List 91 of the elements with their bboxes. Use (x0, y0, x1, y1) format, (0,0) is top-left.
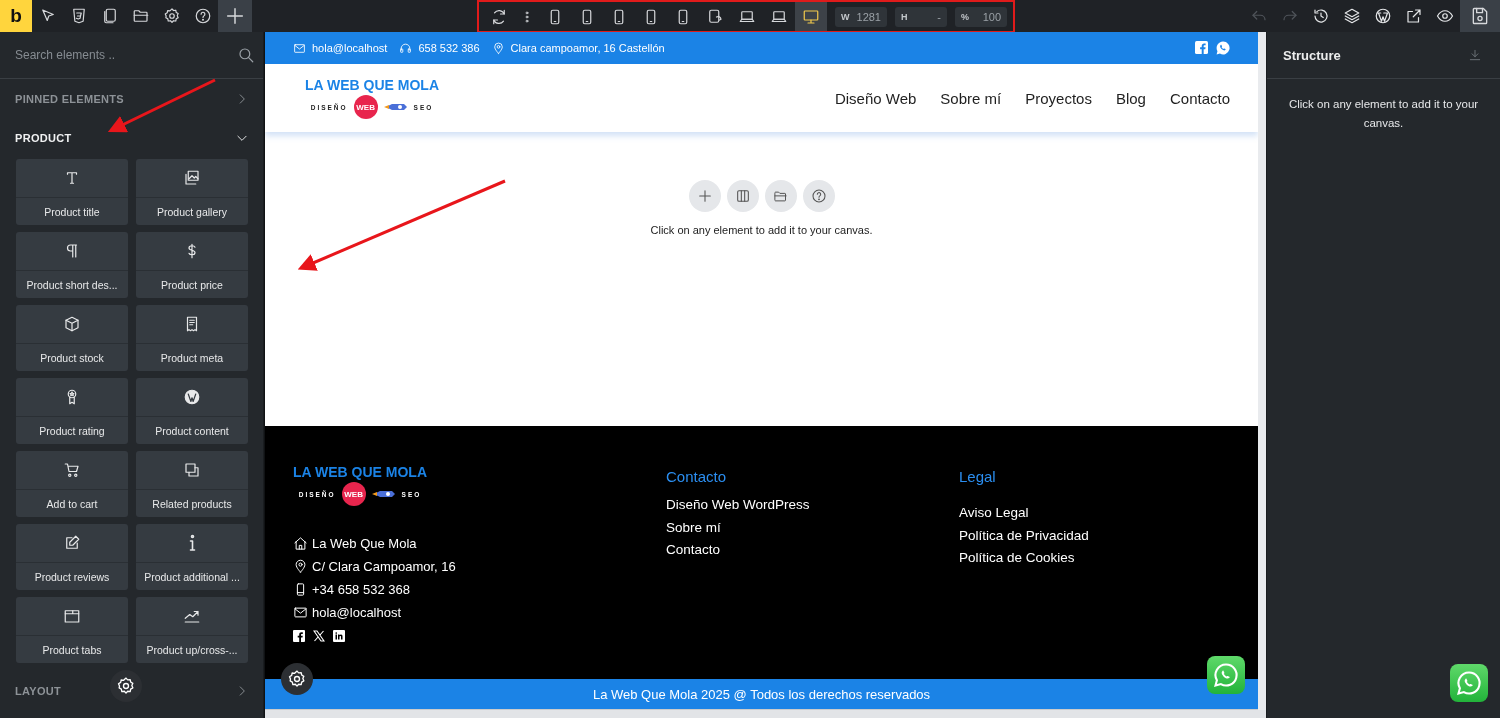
settings-button[interactable] (110, 670, 142, 702)
nav-link[interactable]: Blog (1115, 89, 1146, 107)
element-card[interactable]: Product rating (16, 378, 128, 444)
folder-icon (773, 188, 788, 204)
vertical-scrollbar[interactable] (1258, 32, 1266, 710)
facebook-icon[interactable] (293, 629, 305, 642)
footer-link[interactable]: Política de Privacidad (959, 527, 1230, 550)
footer-link[interactable]: Política de Cookies (959, 550, 1230, 573)
squares-icon (183, 461, 201, 479)
footer-heading: Contacto (666, 468, 728, 485)
nav-link[interactable]: Diseño Web (834, 89, 917, 107)
footer-contact: La Web Que Mola (312, 536, 417, 551)
empty-canvas-message: Click on any element to add it to your canvas. (650, 224, 873, 236)
templates-button[interactable] (764, 180, 797, 212)
footer-contact: C/ Clara Campoamor, 16 (312, 559, 456, 574)
whatsapp-button[interactable] (1450, 664, 1488, 702)
element-card[interactable]: Product meta (136, 305, 248, 371)
settings-icon (287, 669, 307, 689)
footer-link[interactable]: Contacto (666, 542, 959, 565)
save-button[interactable] (1460, 0, 1500, 32)
nav-link[interactable]: Contacto (1169, 89, 1230, 107)
element-card[interactable]: Product short des... (16, 232, 128, 298)
element-card[interactable]: Product tabs (16, 597, 128, 663)
tablet-rotate-icon (706, 7, 724, 26)
section-header[interactable]: PRODUCT (0, 118, 263, 157)
plus-icon (224, 5, 246, 27)
size-field[interactable]: H - (895, 6, 947, 27)
element-card[interactable]: Related products (136, 451, 248, 517)
help-button[interactable] (802, 180, 835, 212)
help-icon (810, 188, 827, 204)
wordpress-icon (183, 388, 201, 406)
home-icon (293, 536, 308, 551)
x-icon[interactable] (313, 629, 325, 642)
section-header[interactable]: PINNED ELEMENTS (0, 79, 263, 118)
footer-link[interactable]: Sobre mí (666, 519, 959, 542)
contact-address: Clara campoamor, 16 Castellón (510, 42, 665, 54)
nav-link[interactable]: Sobre mí (940, 89, 1002, 107)
box-icon (63, 315, 81, 333)
element-card[interactable]: Product title (16, 159, 128, 225)
settings-icon (116, 676, 136, 696)
mail-icon (293, 605, 308, 620)
element-card[interactable]: Product additional ... (136, 524, 248, 590)
add-element-button[interactable] (688, 180, 721, 212)
contact-email: hola@localhost (312, 42, 388, 54)
footer-link[interactable]: Aviso Legal (959, 505, 1230, 528)
location-icon (293, 559, 308, 574)
app-logo[interactable]: b (0, 0, 32, 32)
download-icon (1468, 48, 1482, 62)
structure-message: Click on any element to add it to your canvas. (1287, 97, 1480, 131)
size-field[interactable]: W 1281 (835, 6, 887, 27)
layout-button[interactable] (726, 180, 759, 212)
nav-link[interactable]: Proyectos (1025, 89, 1092, 107)
footer-contact: hola@localhost (312, 605, 402, 620)
size-field[interactable]: % 100 (955, 6, 1007, 27)
columns-icon (734, 188, 751, 204)
info-icon (188, 534, 196, 552)
help-icon (193, 7, 212, 25)
folder-icon (131, 7, 150, 25)
save-icon (1470, 6, 1490, 26)
element-card[interactable]: Product stock (16, 305, 128, 371)
headset-icon (399, 41, 413, 55)
element-card[interactable]: Product gallery (136, 159, 248, 225)
settings-icon (162, 7, 181, 25)
images-icon (183, 169, 201, 187)
copyright-text: La Web Que Mola 2025 @ Todos los derechos reservados (592, 686, 931, 702)
linkedin-icon[interactable] (333, 629, 345, 642)
footer-link[interactable]: Diseño Web WordPress (666, 497, 959, 520)
plus-icon (696, 188, 713, 204)
element-card[interactable]: Product reviews (16, 524, 128, 590)
element-card[interactable]: Add to cart (16, 451, 128, 517)
element-card[interactable]: Product content (136, 378, 248, 444)
footer-heading: Legal (959, 468, 997, 485)
cart-icon (63, 461, 81, 479)
add-button[interactable] (218, 0, 252, 32)
contact-phone: 658 532 386 (418, 42, 480, 54)
search-icon (237, 46, 255, 64)
desktop-icon (802, 7, 820, 26)
element-card[interactable]: Product up/cross-... (136, 597, 248, 663)
folder-tab-icon (63, 607, 81, 625)
device-button[interactable] (795, 2, 827, 31)
footer-contact: +34 658 532 368 (312, 582, 410, 597)
search-field[interactable]: Search elements .. (15, 48, 237, 62)
panel-title: Structure (1283, 47, 1341, 63)
whatsapp-icon[interactable] (1216, 41, 1230, 55)
location-icon (491, 41, 505, 55)
mail-icon (293, 41, 306, 55)
edit-icon (63, 534, 81, 552)
horizontal-scrollbar[interactable] (265, 709, 1266, 718)
element-card[interactable]: Product price (136, 232, 248, 298)
sync-icon (490, 7, 508, 26)
section-header[interactable]: LAYOUT (0, 671, 263, 710)
